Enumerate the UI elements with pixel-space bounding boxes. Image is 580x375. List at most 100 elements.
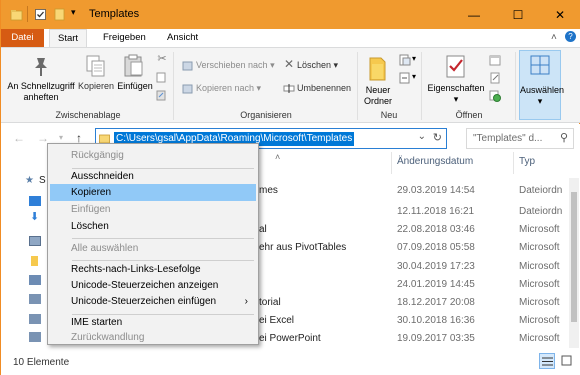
tab-share[interactable]: Freigeben xyxy=(95,29,154,47)
large-icons-view-icon xyxy=(561,355,572,366)
help-icon[interactable]: ? xyxy=(565,31,576,42)
back-icon[interactable]: ← xyxy=(13,131,25,145)
file-date-cell: 18.12.2017 20:08 xyxy=(397,297,475,308)
menu-separator xyxy=(72,238,254,239)
column-divider[interactable] xyxy=(513,152,514,174)
select-button[interactable]: Auswählen ▾ xyxy=(519,50,565,120)
close-icon: ✕ xyxy=(554,7,566,22)
easy-access-icon[interactable] xyxy=(399,72,411,84)
file-name-cell[interactable]: ehr aus PivotTables xyxy=(259,242,346,253)
history-icon[interactable] xyxy=(489,90,501,102)
quick-access-star-icon[interactable]: ★ xyxy=(25,175,34,186)
paste-button[interactable]: Einfügen xyxy=(116,81,154,92)
easy-access-dropdown-icon[interactable]: ▾ xyxy=(412,72,416,81)
new-item-dropdown-icon[interactable]: ▾ xyxy=(412,54,416,63)
details-view-button[interactable] xyxy=(539,353,555,369)
item-count: 10 Elemente xyxy=(13,357,70,368)
recent-dropdown-icon[interactable]: ▾ xyxy=(59,133,63,142)
cut-icon[interactable]: ✂ xyxy=(155,54,169,65)
downloads-icon[interactable]: ⬇ xyxy=(30,210,39,223)
documents-icon[interactable] xyxy=(29,236,41,246)
maximize-icon: ☐ xyxy=(512,7,524,22)
copy-to-button[interactable]: Kopieren nach ▾ xyxy=(196,83,261,94)
menu-item-delete[interactable]: Löschen xyxy=(50,218,256,235)
properties-icon xyxy=(446,55,465,78)
file-type-cell: Microsoft xyxy=(519,333,560,344)
column-header-modified[interactable]: Änderungsdatum xyxy=(397,156,473,167)
file-name-cell[interactable]: mes xyxy=(259,185,278,196)
context-menu: Rückgängig Ausschneiden Kopieren Einfüge… xyxy=(47,143,259,345)
search-input[interactable]: "Templates" d... ⚲ xyxy=(466,128,574,149)
new-item-icon[interactable] xyxy=(399,54,411,66)
close-button[interactable]: ✕ xyxy=(539,0,580,29)
file-name-cell[interactable]: ei PowerPoint xyxy=(259,333,321,344)
open-icon[interactable] xyxy=(489,54,501,66)
search-icon[interactable]: ⚲ xyxy=(560,129,568,148)
status-bar: 10 Elemente xyxy=(1,349,580,375)
refresh-icon[interactable]: ↻ xyxy=(433,131,442,144)
delete-label: Löschen xyxy=(297,60,332,70)
rename-button[interactable]: Umbenennen xyxy=(297,83,351,94)
properties-quick-icon[interactable] xyxy=(34,8,47,21)
title-bar[interactable]: ▾ Templates — ☐ ✕ xyxy=(1,0,580,29)
address-dropdown-icon[interactable]: ⌄ xyxy=(418,131,426,142)
edit-icon[interactable] xyxy=(489,72,501,84)
tab-view[interactable]: Ansicht xyxy=(159,29,206,47)
column-divider[interactable] xyxy=(391,152,392,174)
tab-file[interactable]: Datei xyxy=(1,29,44,47)
scrollbar-thumb[interactable] xyxy=(571,192,577,322)
insert-unicode-label: Unicode-Steuerzeichen einfügen xyxy=(71,296,217,307)
new-folder-quick-icon[interactable] xyxy=(53,8,66,21)
menu-item-reconversion[interactable]: Zurückwandlung xyxy=(50,329,256,346)
new-folder-button[interactable]: Neuer Ordner xyxy=(359,85,397,107)
menu-item-select-all[interactable]: Alle auswählen xyxy=(50,240,256,257)
large-icons-view-button[interactable] xyxy=(559,353,575,369)
copy-button[interactable]: Kopieren xyxy=(76,81,116,92)
group-separator xyxy=(173,52,174,120)
menu-item-cut[interactable]: Ausschneiden xyxy=(50,168,256,185)
tab-home[interactable]: Start xyxy=(49,29,88,47)
file-name-cell[interactable]: ei Excel xyxy=(259,315,294,326)
select-label: Auswählen xyxy=(520,85,565,95)
menu-item-rtl-reading[interactable]: Rechts-nach-Links-Lesefolge xyxy=(50,261,256,278)
quick-access-dropdown-icon[interactable]: ▾ xyxy=(71,7,76,18)
drive-icon[interactable] xyxy=(29,332,41,342)
copy-to-label: Kopieren nach xyxy=(196,83,255,93)
drive-icon[interactable] xyxy=(29,294,41,304)
properties-button[interactable]: Eigenschaften ▾ xyxy=(427,83,485,105)
folder-icon xyxy=(10,10,23,21)
rename-icon xyxy=(283,84,295,93)
open-group-label: Öffnen xyxy=(455,110,483,120)
paste-shortcut-icon[interactable] xyxy=(156,90,167,101)
menu-item-copy[interactable]: Kopieren xyxy=(50,184,256,201)
copy-path-icon[interactable] xyxy=(156,72,167,83)
file-type-cell: Dateiordn xyxy=(519,206,563,217)
vertical-scrollbar[interactable] xyxy=(569,178,579,348)
maximize-button[interactable]: ☐ xyxy=(497,0,539,29)
title-divider xyxy=(27,6,28,22)
minimize-button[interactable]: — xyxy=(453,0,495,29)
menu-item-insert-unicode[interactable]: Unicode-Steuerzeichen einfügen › xyxy=(50,293,256,310)
delete-button[interactable]: Löschen ▾ xyxy=(297,60,338,71)
window-title: Templates xyxy=(89,8,140,20)
drive-icon[interactable] xyxy=(29,314,41,324)
sort-up-icon[interactable]: ˄ xyxy=(275,152,280,162)
nav-item-quick-access[interactable]: S xyxy=(39,175,46,186)
desktop-icon[interactable] xyxy=(29,196,41,206)
submenu-arrow-icon: › xyxy=(244,296,248,307)
collapse-ribbon-icon[interactable]: ˄ xyxy=(551,32,557,43)
organize-group-label: Organisieren xyxy=(240,110,292,120)
column-header-type[interactable]: Typ xyxy=(519,156,535,167)
pin-to-quick-access-button[interactable]: An Schnellzugriff anheften xyxy=(5,81,77,103)
move-to-button[interactable]: Verschieben nach ▾ xyxy=(196,60,275,71)
copy-to-icon xyxy=(182,84,193,94)
file-name-cell[interactable]: torial xyxy=(259,297,281,308)
file-name-cell[interactable]: al xyxy=(259,224,267,235)
menu-item-paste[interactable]: Einfügen xyxy=(50,201,256,218)
pin-label-line2: anheften xyxy=(23,92,59,102)
network-icon[interactable] xyxy=(29,275,41,285)
file-date-cell: 24.01.2019 14:45 xyxy=(397,279,475,290)
pictures-icon[interactable] xyxy=(31,256,38,266)
menu-item-undo[interactable]: Rückgängig xyxy=(50,147,256,164)
menu-item-show-unicode[interactable]: Unicode-Steuerzeichen anzeigen xyxy=(50,277,256,294)
